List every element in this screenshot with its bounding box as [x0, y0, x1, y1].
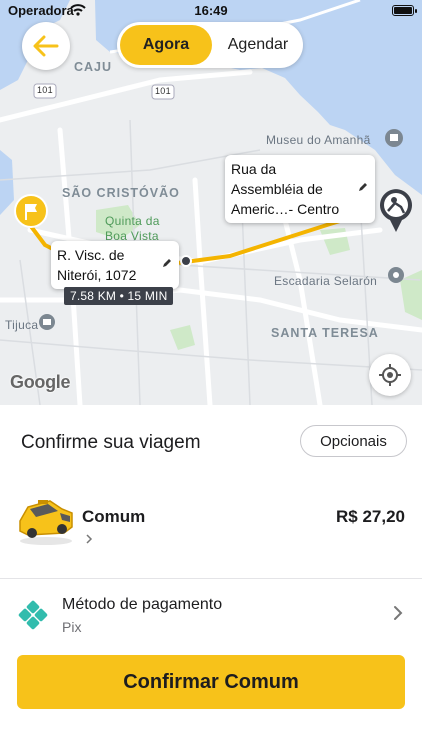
my-location-button[interactable]	[369, 354, 411, 396]
destination-callout[interactable]: Rua da Assembléia de Americ…- Centro	[225, 155, 375, 223]
map-label-tijuca: Tijuca	[5, 318, 39, 332]
origin-pin-icon	[14, 194, 48, 228]
destination-address-line3: Americ…- Centro	[231, 201, 340, 217]
map-label-museu: Museu do Amanhã	[266, 133, 371, 147]
status-bar: Operadora 16:49	[0, 0, 422, 22]
road-shield-101-b: 101	[155, 86, 171, 96]
map-label-caju: CAJU	[74, 60, 113, 74]
sheet-title: Confirme sua viagem	[21, 432, 201, 453]
chevron-right-icon[interactable]	[84, 533, 94, 545]
origin-address-line1: R. Visc. de	[57, 247, 125, 263]
origin-address-line2: Niterói, 1072	[57, 267, 137, 283]
status-time: 16:49	[194, 3, 228, 18]
confirm-ride-button[interactable]: Confirmar Comum	[17, 655, 405, 709]
ride-price: R$ 27,20	[336, 507, 405, 526]
google-attribution: Google	[10, 372, 71, 392]
payment-method-value: Pix	[62, 619, 82, 635]
map-label-sao-cristovao: SÃO CRISTÓVÃO	[62, 186, 180, 200]
ride-category-name: Comum	[82, 507, 146, 526]
ride-option-row[interactable]: Comum R$ 27,20	[0, 485, 422, 577]
trip-confirmation-sheet: Confirme sua viagem Opcionais Comum R$ 2…	[0, 405, 422, 750]
map-label-santa-teresa: SANTA TERESA	[271, 326, 379, 340]
segment-now[interactable]: Agora	[120, 25, 212, 65]
payment-method-label: Método de pagamento	[62, 596, 223, 613]
edit-pencil-icon[interactable]	[161, 257, 173, 269]
destination-pin-icon	[380, 189, 412, 232]
destination-address-line1: Rua da	[231, 161, 277, 177]
segment-schedule[interactable]: Agendar	[215, 25, 301, 65]
crosshair-icon	[379, 364, 401, 386]
eta-badge: 7.58 KM • 15 MIN	[64, 287, 174, 305]
map-label-quinta: Quinta da	[105, 214, 160, 228]
edit-pencil-icon[interactable]	[357, 181, 369, 193]
arrow-left-icon	[33, 35, 59, 57]
schedule-segmented-control: Agora Agendar	[117, 22, 303, 68]
chevron-right-icon	[394, 606, 403, 620]
route-waypoint-icon	[180, 255, 192, 267]
payment-method-row[interactable]: Método de pagamento Pix	[0, 579, 422, 649]
pix-icon	[18, 600, 48, 630]
road-shield-101-a: 101	[37, 85, 53, 95]
origin-callout[interactable]: R. Visc. de Niterói, 1072	[51, 241, 179, 289]
back-button[interactable]	[22, 22, 70, 70]
taxi-car-icon	[19, 500, 73, 545]
battery-icon	[392, 5, 417, 16]
destination-address-line2: Assembléia de	[231, 181, 323, 197]
map-label-escadaria: Escadaria Selarón	[274, 274, 378, 288]
options-button[interactable]: Opcionais	[300, 425, 407, 457]
